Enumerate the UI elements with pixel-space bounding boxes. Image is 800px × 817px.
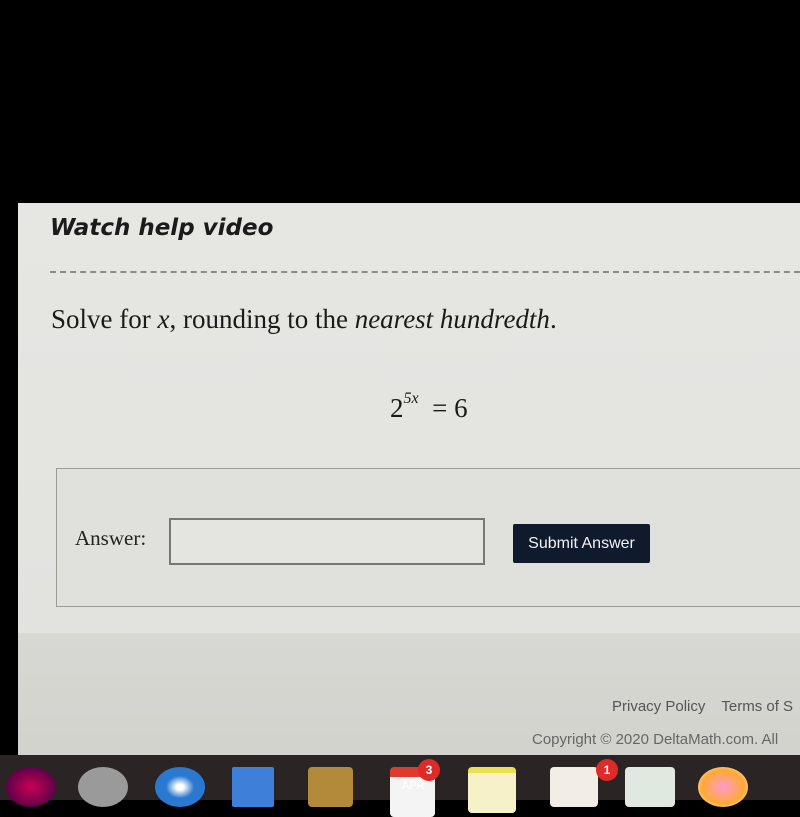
question-middle: , rounding to the (169, 304, 355, 334)
question-variable: x (157, 304, 170, 334)
photos-icon[interactable] (698, 767, 748, 807)
submit-answer-button[interactable]: Submit Answer (513, 524, 650, 563)
maps-icon[interactable] (625, 767, 675, 807)
calendar-month: APR (402, 780, 425, 792)
contacts-icon[interactable] (308, 767, 353, 807)
equation-exponent: 5x (403, 390, 419, 407)
equation-base: 2 (390, 393, 404, 423)
problem-card: Watch help video Solve for x, rounding t… (18, 203, 800, 633)
launchpad-icon[interactable] (78, 767, 128, 807)
question-emphasis: nearest hundredth (354, 304, 550, 334)
answer-label: Answer: (75, 526, 147, 550)
watch-help-video-link[interactable]: Watch help video (50, 215, 273, 241)
safari-icon[interactable] (155, 767, 205, 807)
answer-section: Answer: Submit Answer (56, 468, 800, 607)
dashed-divider (50, 271, 800, 273)
mac-dock: 3 1 (0, 755, 800, 817)
equation-rhs: = 6 (432, 393, 468, 423)
answer-input[interactable] (169, 518, 485, 565)
footer-links: Privacy Policy Terms of S (612, 698, 800, 715)
mail-icon[interactable] (232, 767, 274, 807)
browser-viewport: Watch help video Solve for x, rounding t… (18, 203, 800, 763)
notes-icon[interactable] (468, 767, 516, 813)
terms-link[interactable]: Terms of S (721, 698, 793, 715)
calendar-badge: 3 (418, 759, 440, 781)
reminders-badge: 1 (596, 759, 618, 781)
privacy-policy-link[interactable]: Privacy Policy (612, 698, 705, 715)
question-prefix: Solve for (51, 304, 158, 334)
question-text: Solve for x, rounding to the nearest hun… (51, 304, 557, 335)
question-suffix: . (549, 304, 557, 334)
siri-icon[interactable] (6, 767, 56, 807)
copyright-text: Copyright © 2020 DeltaMath.com. All (532, 731, 779, 748)
equation: 25x = 6 (390, 390, 468, 424)
reminders-icon[interactable] (550, 767, 598, 807)
